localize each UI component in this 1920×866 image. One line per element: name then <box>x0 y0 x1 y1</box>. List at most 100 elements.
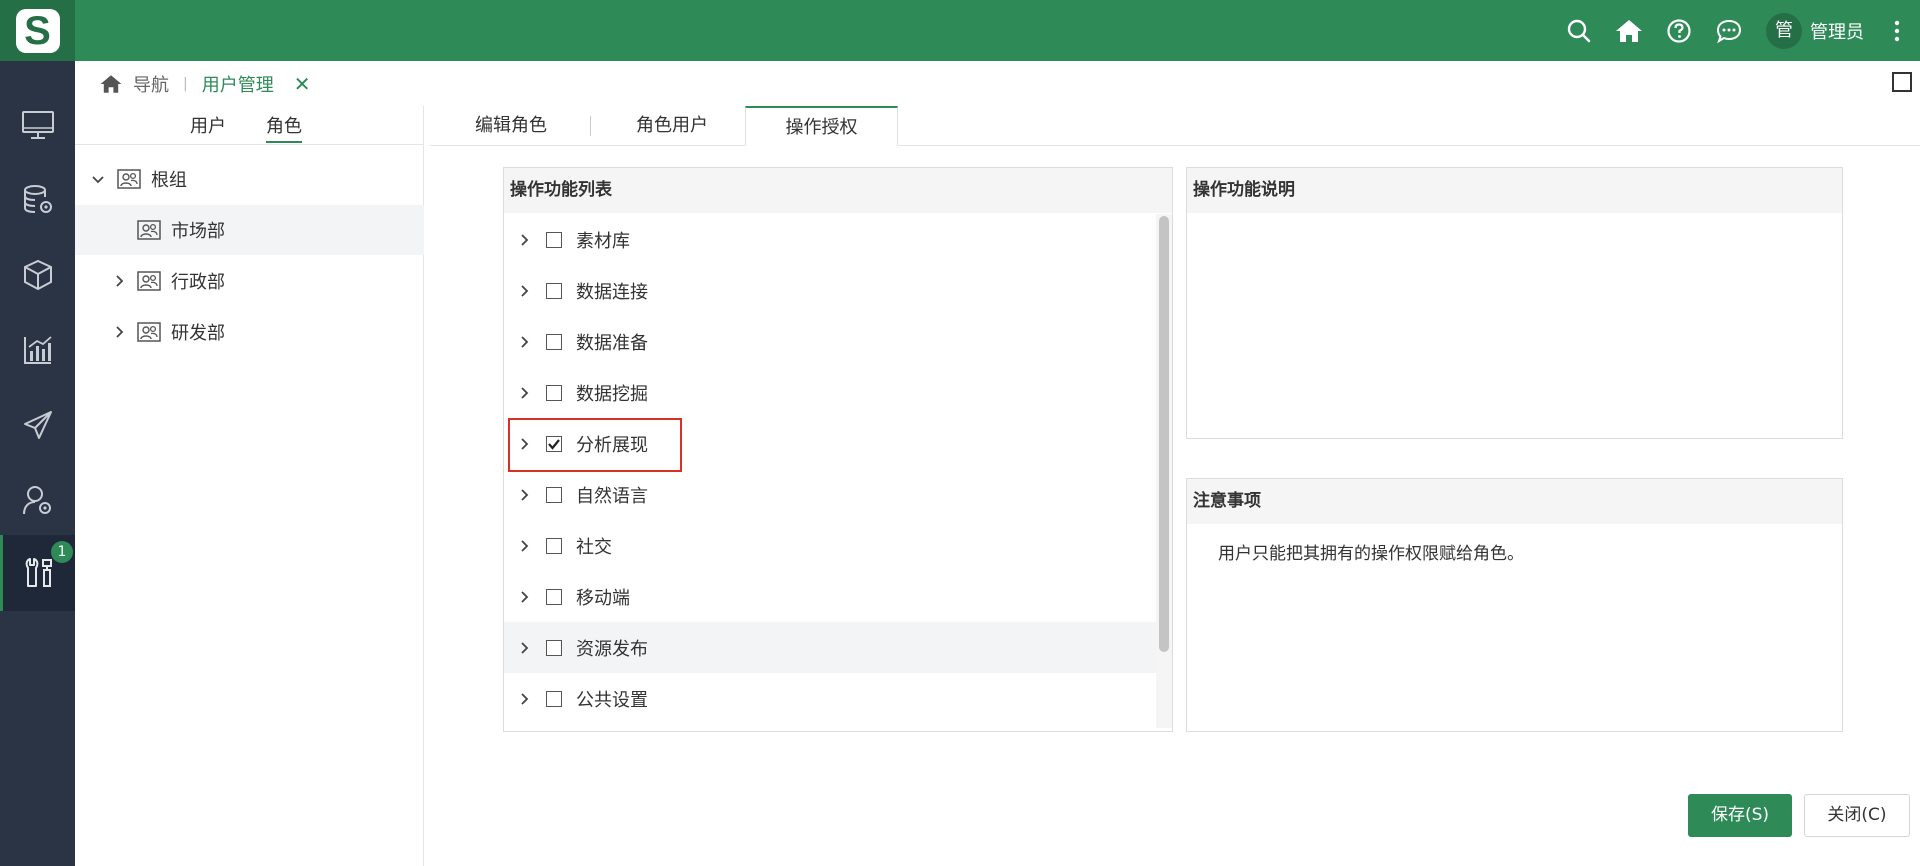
notification-badge: 1 <box>51 541 73 563</box>
operation-item[interactable]: 移动端 <box>504 571 1156 622</box>
operation-label: 数据挖掘 <box>576 383 648 405</box>
tree-node-label: 市场部 <box>171 221 225 242</box>
operation-item[interactable]: 分析展现 <box>504 418 1156 469</box>
operation-description-panel: 操作功能说明 <box>1186 167 1843 439</box>
operation-item[interactable]: 社交 <box>504 520 1156 571</box>
app-logo[interactable]: S <box>0 0 75 61</box>
avatar[interactable]: 管 <box>1766 12 1802 49</box>
chevron-right-icon[interactable] <box>516 284 534 297</box>
chevron-down-icon[interactable] <box>89 170 107 189</box>
operation-item[interactable]: 公共设置 <box>504 673 1156 724</box>
operation-label: 数据连接 <box>576 281 648 303</box>
tab-users[interactable]: 用户 <box>190 112 226 138</box>
operation-checkbox[interactable] <box>546 690 562 707</box>
tab-edit-role[interactable]: 编辑角色 <box>430 106 592 146</box>
tree-node-label: 研发部 <box>171 323 225 344</box>
chevron-right-icon[interactable] <box>516 386 534 399</box>
breadcrumb-current-tab[interactable]: 用户管理 <box>202 71 274 97</box>
operation-checkbox[interactable] <box>546 231 562 248</box>
nav-data-source[interactable] <box>0 162 75 238</box>
paper-plane-icon <box>23 411 52 439</box>
close-tab-icon[interactable]: ✕ <box>294 72 311 96</box>
help-icon[interactable] <box>1654 0 1704 61</box>
nav-publish[interactable] <box>0 387 75 463</box>
nav-system-tools[interactable]: 1 <box>0 535 75 611</box>
tab-role-users[interactable]: 角色用户 <box>592 106 752 146</box>
nav-monitor[interactable] <box>0 87 75 163</box>
chat-icon[interactable] <box>1704 0 1754 61</box>
nav-user-settings[interactable] <box>0 462 75 538</box>
notes-title: 注意事项 <box>1187 479 1842 524</box>
maximize-icon[interactable] <box>1892 72 1912 92</box>
operation-checkbox[interactable] <box>546 486 562 503</box>
user-role-tabs: 用户 角色 <box>75 106 423 145</box>
chevron-right-icon[interactable] <box>111 323 129 342</box>
operation-checkbox[interactable] <box>546 333 562 350</box>
chevron-right-icon[interactable] <box>516 641 534 654</box>
operation-checkbox[interactable] <box>546 588 562 605</box>
notes-text: 用户只能把其拥有的操作权限赋给角色。 <box>1218 544 1524 564</box>
operation-checkbox[interactable] <box>546 537 562 554</box>
operation-checkbox[interactable] <box>546 282 562 299</box>
tab-operation-auth[interactable]: 操作授权 <box>745 106 898 146</box>
chevron-right-icon[interactable] <box>516 335 534 348</box>
operation-label: 移动端 <box>576 587 630 609</box>
chevron-right-icon[interactable] <box>516 488 534 501</box>
user-gear-icon <box>22 486 51 515</box>
top-bar: S 管 管理员 <box>0 0 1920 61</box>
tree-node-label: 行政部 <box>171 272 225 293</box>
chevron-right-icon[interactable] <box>516 437 534 450</box>
chevron-right-icon[interactable] <box>516 539 534 552</box>
chart-icon <box>23 336 52 364</box>
operation-checkbox[interactable] <box>546 639 562 656</box>
user-name[interactable]: 管理员 <box>1810 18 1864 44</box>
more-vertical-icon[interactable] <box>1880 0 1914 61</box>
breadcrumb-home[interactable]: 导航 <box>99 71 169 97</box>
database-gear-icon <box>23 185 52 213</box>
operation-item[interactable]: 数据准备 <box>504 316 1156 367</box>
operation-item[interactable]: 数据连接 <box>504 265 1156 316</box>
chevron-right-icon[interactable] <box>516 233 534 246</box>
operation-list-panel: 操作功能列表 素材库 数据连接 数据准备 数据挖掘 分析展现 自然语言 社交 移… <box>503 167 1173 732</box>
operation-list-title: 操作功能列表 <box>504 168 1172 213</box>
chevron-right-icon[interactable] <box>111 272 129 291</box>
tab-roles[interactable]: 角色 <box>266 112 302 143</box>
left-navigation: 1 <box>0 61 75 866</box>
breadcrumb: 导航 | 用户管理 ✕ <box>75 61 1920 106</box>
operation-checkbox-checked[interactable] <box>546 435 562 452</box>
operation-item[interactable]: 资源发布 <box>504 622 1156 673</box>
scrollbar-thumb[interactable] <box>1159 216 1169 652</box>
operation-list: 素材库 数据连接 数据准备 数据挖掘 分析展现 自然语言 社交 移动端 资源发布… <box>504 214 1156 728</box>
role-detail-tabs: 编辑角色 角色用户 操作授权 <box>430 106 1920 146</box>
operation-label: 分析展现 <box>576 434 648 456</box>
tools-icon <box>25 558 52 587</box>
chevron-right-icon[interactable] <box>516 692 534 705</box>
description-title: 操作功能说明 <box>1187 168 1842 213</box>
chevron-right-icon[interactable] <box>516 590 534 603</box>
role-tree-panel: 用户 角色 根组 市场部 行政部 研发部 <box>75 106 424 866</box>
save-button[interactable]: 保存(S) <box>1688 794 1792 837</box>
operation-item[interactable]: 自然语言 <box>504 469 1156 520</box>
operation-label: 公共设置 <box>576 689 648 711</box>
group-icon <box>137 271 161 291</box>
group-icon <box>137 220 161 240</box>
operation-label: 素材库 <box>576 230 630 252</box>
operation-item[interactable]: 数据挖掘 <box>504 367 1156 418</box>
tree-node-market[interactable]: 市场部 <box>75 205 424 255</box>
nav-models[interactable] <box>0 237 75 313</box>
monitor-icon <box>21 111 54 139</box>
tree-node-rd[interactable]: 研发部 <box>75 307 424 357</box>
breadcrumb-nav-label[interactable]: 导航 <box>133 71 169 97</box>
tree-node-root[interactable]: 根组 <box>75 154 424 204</box>
home-icon[interactable] <box>1604 0 1654 61</box>
close-button[interactable]: 关闭(C) <box>1804 794 1910 837</box>
operation-label: 数据准备 <box>576 332 648 354</box>
tree-node-admin[interactable]: 行政部 <box>75 256 424 306</box>
search-icon[interactable] <box>1554 0 1604 61</box>
operation-item[interactable]: 素材库 <box>504 214 1156 265</box>
nav-analysis[interactable] <box>0 312 75 388</box>
scrollbar[interactable] <box>1156 214 1172 728</box>
home-icon <box>100 74 122 93</box>
operation-checkbox[interactable] <box>546 384 562 401</box>
tab-divider <box>590 116 591 136</box>
